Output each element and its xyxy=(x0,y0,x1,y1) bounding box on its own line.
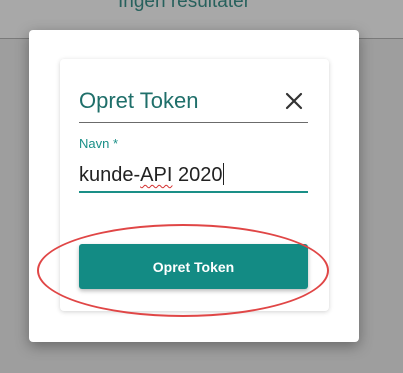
modal-dialog: Opret Token Navn * kunde-API 2020 Opret … xyxy=(29,30,359,342)
spellcheck-word: API xyxy=(140,164,173,186)
close-icon xyxy=(285,92,303,110)
page: Ingen resultater Opret Token Navn * kund… xyxy=(0,0,403,373)
name-field-label: Navn * xyxy=(79,136,119,151)
background-title: Ingen resultater xyxy=(118,0,251,12)
name-input-value: kunde-API 2020 xyxy=(79,163,225,187)
name-input[interactable]: kunde-API 2020 xyxy=(79,157,308,193)
create-token-card: Opret Token Navn * kunde-API 2020 Opret … xyxy=(60,59,329,311)
name-value-suffix: 2020 xyxy=(172,164,223,186)
text-caret xyxy=(223,163,225,185)
create-token-button[interactable]: Opret Token xyxy=(79,244,308,289)
close-button[interactable] xyxy=(280,87,308,115)
name-value-prefix: kunde- xyxy=(79,164,141,186)
dialog-title: Opret Token xyxy=(79,88,199,113)
title-divider xyxy=(79,122,308,123)
